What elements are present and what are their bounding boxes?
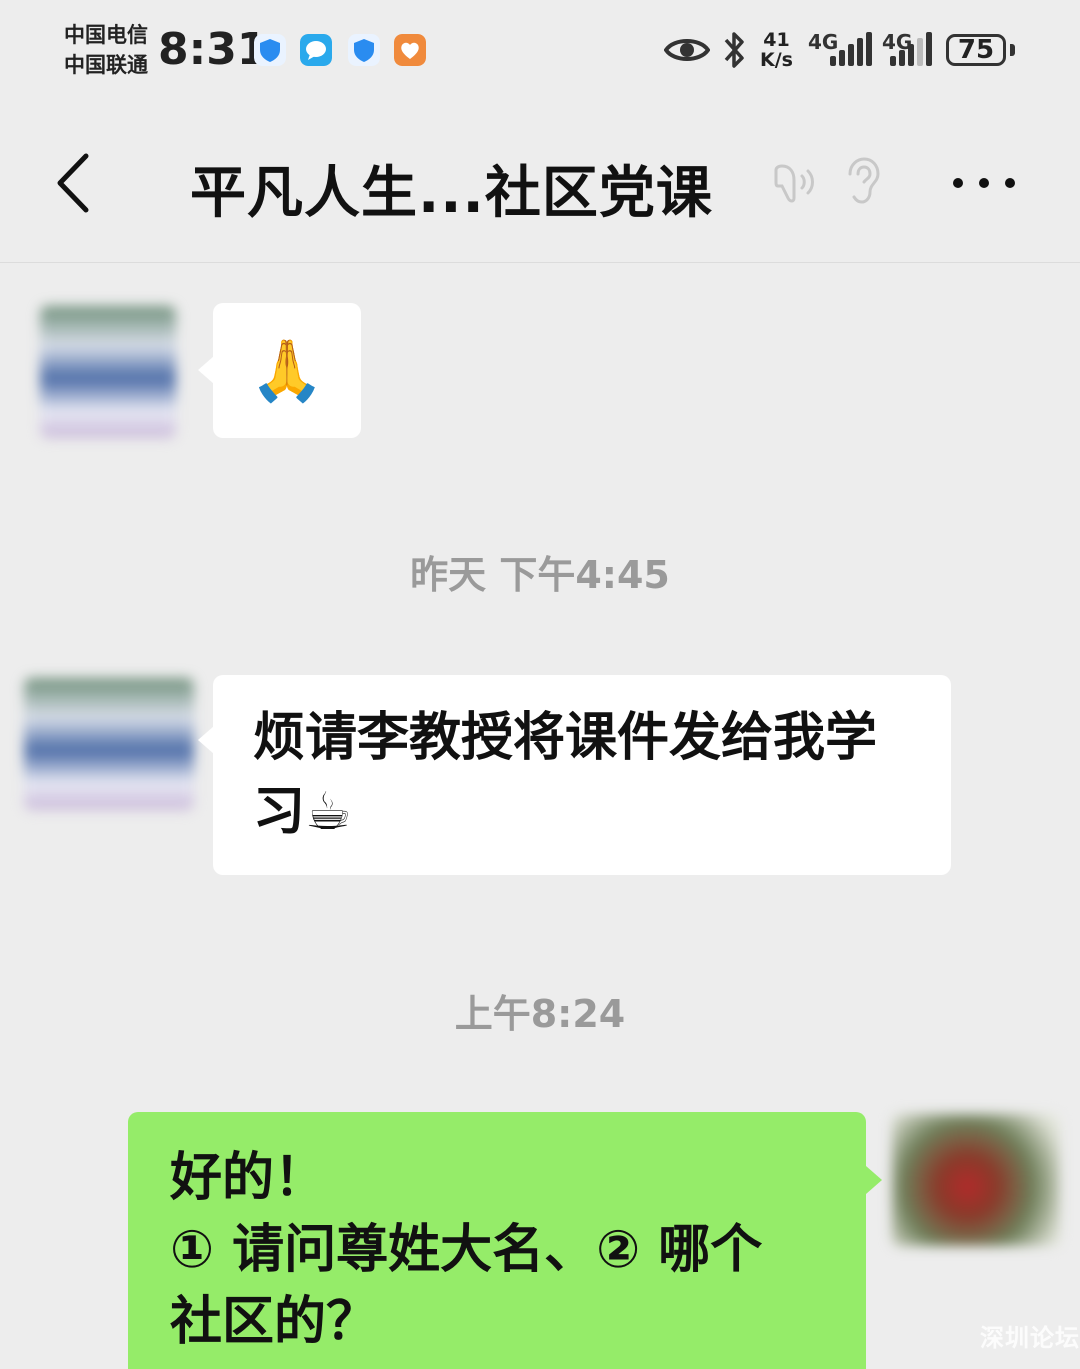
avatar-me[interactable] <box>892 1114 1060 1246</box>
ear-receiver-icon[interactable] <box>842 156 882 206</box>
status-clock: 8:31 <box>158 24 268 75</box>
net-speed-unit: K/s <box>760 49 793 71</box>
status-bar: 中国电信 中国联通 8:31 41 K/s 4G 4G 75 <box>0 0 1080 100</box>
chat-title: 平凡人生...社区党课 <box>190 161 713 226</box>
bubble-tail <box>198 726 214 754</box>
message-line: 习☕ <box>253 782 352 842</box>
net-speed: 41 K/s <box>760 30 793 70</box>
bluetooth-icon <box>724 32 744 68</box>
signal-1: 4G <box>808 30 874 70</box>
signal-bars-icon <box>830 32 872 66</box>
my-message-text: 好的！ ① 请问尊姓大名、② 哪个 社区的？ <box>170 1142 850 1358</box>
timestamp-2: 上午8:24 <box>454 992 626 1036</box>
avatar-sender[interactable] <box>40 306 176 438</box>
message-line: 烦请李教授将课件发给我学 <box>253 708 878 768</box>
timestamp: 昨天 下午4:45 <box>410 553 670 597</box>
carrier-labels: 中国电信 中国联通 <box>64 20 148 80</box>
message-app-icon <box>300 34 332 66</box>
chat-header: 平凡人生...社区党课 <box>0 100 1080 263</box>
bubble-tail <box>198 356 214 384</box>
health-app-icon <box>394 34 426 66</box>
battery-indicator: 75 <box>946 34 1006 66</box>
my-message-bubble[interactable]: 好的！ ① 请问尊姓大名、② 哪个 社区的？ <box>128 1112 866 1369</box>
carrier-1: 中国电信 <box>64 23 148 47</box>
message-line: 社区的？ <box>170 1292 379 1352</box>
bubble-tail-right <box>866 1166 882 1194</box>
message-line: 好的！ <box>170 1148 327 1208</box>
carrier-2: 中国联通 <box>64 53 148 77</box>
voice-playback-icon[interactable] <box>772 160 822 206</box>
signal-bars-icon-2 <box>890 32 932 66</box>
net-speed-value: 41 <box>763 29 790 51</box>
shield-app-icon-2 <box>348 34 380 66</box>
avatar-sender-2[interactable] <box>24 678 194 810</box>
eye-comfort-icon <box>664 39 710 61</box>
message-line: ① 请问尊姓大名、② 哪个 <box>170 1220 763 1280</box>
more-options-icon[interactable] <box>944 160 1028 200</box>
watermark: 深圳论坛 <box>980 1324 1080 1352</box>
message-text: 🙏 <box>249 336 325 406</box>
battery-nub <box>1010 44 1015 56</box>
message-bubble[interactable]: 🙏 <box>213 303 361 438</box>
message-text-2: 烦请李教授将课件发给我学 习☕ <box>253 701 933 849</box>
back-arrow-icon[interactable] <box>50 150 110 216</box>
signal-2: 4G <box>882 30 938 70</box>
shield-app-icon <box>254 34 286 66</box>
message-bubble-2[interactable]: 烦请李教授将课件发给我学 习☕ <box>213 675 951 875</box>
